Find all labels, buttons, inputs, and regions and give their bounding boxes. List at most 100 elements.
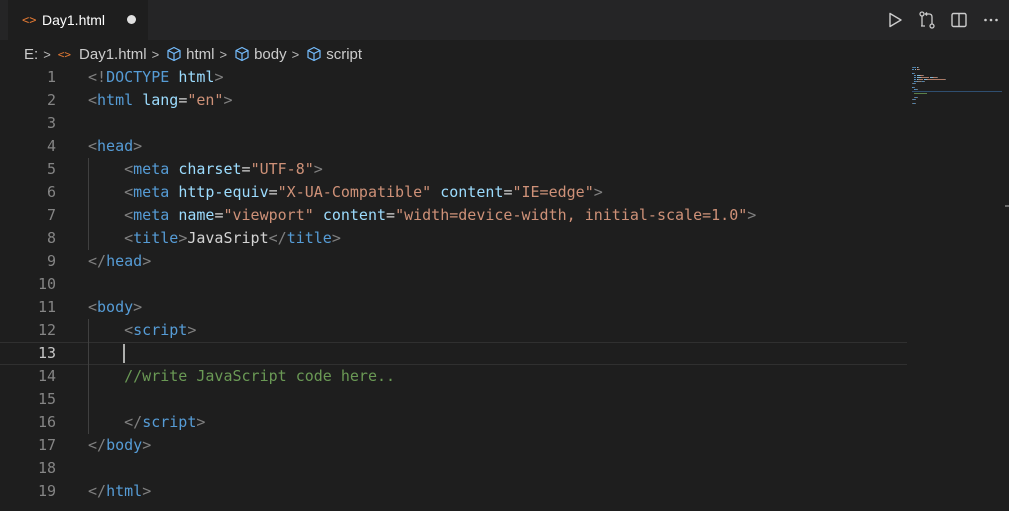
chevron-right-icon: > [43, 46, 51, 62]
line-number: 4 [46, 137, 56, 155]
run-button[interactable] [883, 9, 907, 31]
line-number: 3 [46, 114, 56, 132]
breadcrumb-drive[interactable]: E: > [24, 46, 58, 63]
code-token: </ [88, 436, 107, 454]
code-token: html [106, 482, 143, 500]
code-text: </body> [88, 434, 151, 457]
chevron-right-icon: > [151, 46, 160, 62]
code-token: meta [133, 183, 170, 201]
minimap[interactable] [912, 66, 1002, 126]
code-token: > [747, 206, 757, 224]
code-token: "IE=edge" [512, 183, 594, 201]
code-text: //write JavaScript code here.. [88, 365, 395, 388]
code-line[interactable]: 12 <script> [0, 319, 907, 342]
breadcrumb-item-label: script [326, 45, 363, 63]
code-token: < [88, 298, 98, 316]
code-line[interactable]: 16 </script> [0, 411, 907, 434]
line-number: 5 [46, 160, 56, 178]
compare-changes-icon [919, 11, 935, 29]
code-line[interactable]: 1 <!DOCTYPE html> [0, 66, 907, 89]
code-token: "width=device-width, initial-scale=1.0" [395, 206, 748, 224]
code-token: lang [142, 91, 179, 109]
code-line[interactable]: 18 [0, 457, 907, 480]
code-text: <!DOCTYPE html> [88, 66, 223, 89]
editor-tab-day1[interactable]: <> Day1.html [8, 0, 148, 40]
line-number: 12 [37, 321, 56, 339]
code-token: http-equiv [178, 183, 269, 201]
code-token: > [133, 137, 143, 155]
split-editor-icon [951, 12, 967, 28]
code-line[interactable]: 9 </head> [0, 250, 907, 273]
run-icon [889, 12, 902, 28]
unsaved-changes-dot-icon[interactable] [127, 15, 136, 24]
breadcrumb-item-html[interactable]: html > [166, 46, 234, 63]
code-token: < [124, 183, 134, 201]
code-line[interactable]: 11 <body> [0, 296, 907, 319]
breadcrumb-item-label: html [186, 45, 215, 63]
code-line[interactable]: 7 <meta name="viewport" content="width=d… [0, 204, 907, 227]
code-text: <head> [88, 135, 142, 158]
code-line[interactable]: 15 [0, 388, 907, 411]
more-actions-icon [984, 18, 998, 22]
indent-guide [88, 158, 89, 250]
line-number: 17 [37, 436, 56, 454]
line-number: 18 [37, 459, 56, 477]
code-line[interactable]: 17 </body> [0, 434, 907, 457]
minimap-token [924, 81, 925, 82]
code-line[interactable]: 5 <meta charset="UTF-8"> [0, 158, 907, 181]
html-file-icon: <> [57, 47, 72, 61]
code-text: <meta charset="UTF-8"> [88, 158, 323, 181]
split-editor-button[interactable] [947, 9, 971, 31]
chevron-right-icon: > [291, 46, 300, 62]
code-text: </head> [88, 250, 151, 273]
code-line[interactable]: 19 </html> [0, 480, 907, 503]
code-token: > [178, 229, 188, 247]
breadcrumb-file[interactable]: <> Day1.html > [58, 46, 166, 63]
code-token: </ [124, 413, 143, 431]
code-token: </ [268, 229, 287, 247]
more-actions-button[interactable] [979, 9, 1003, 31]
code-line[interactable]: 3 [0, 112, 907, 135]
code-token: JavaSript [187, 229, 269, 247]
code-text: <meta name="viewport" content="width=dev… [88, 204, 756, 227]
breadcrumb-item-body[interactable]: body > [234, 46, 306, 63]
code-line[interactable]: 13 [0, 342, 907, 365]
code-line[interactable]: 10 [0, 273, 907, 296]
code-line[interactable]: 14 //write JavaScript code here.. [0, 365, 907, 388]
code-token: = [241, 160, 251, 178]
code-token: > [187, 321, 197, 339]
breadcrumb-item-script[interactable]: script [306, 46, 362, 63]
line-number: 15 [37, 390, 56, 408]
chevron-right-icon: > [219, 46, 228, 62]
code-token: </ [88, 252, 107, 270]
editor-actions [883, 9, 1003, 31]
code-line[interactable]: 4 <head> [0, 135, 907, 158]
code-line[interactable]: 6 <meta http-equiv="X-UA-Compatible" con… [0, 181, 907, 204]
minimap-token [921, 77, 930, 78]
indent-guide [88, 319, 89, 434]
minimap-token [916, 89, 918, 90]
minimap-token [918, 67, 919, 68]
compare-changes-button[interactable] [915, 9, 939, 31]
line-number: 13 [37, 344, 56, 362]
code-token: > [593, 183, 603, 201]
minimap-token [914, 99, 916, 100]
code-text: <title>JavaSript</title> [88, 227, 341, 250]
code-token: < [124, 160, 134, 178]
minimap-token [914, 83, 916, 84]
code-token: > [142, 252, 152, 270]
code-editor[interactable]: 1 <!DOCTYPE html> 2 <html lang="en"> 3 4 <head… [0, 66, 1009, 511]
code-line[interactable]: 2 <html lang="en"> [0, 89, 907, 112]
code-line[interactable]: 8 <title>JavaSript</title> [0, 227, 907, 250]
line-number: 1 [46, 68, 56, 86]
line-number: 7 [46, 206, 56, 224]
